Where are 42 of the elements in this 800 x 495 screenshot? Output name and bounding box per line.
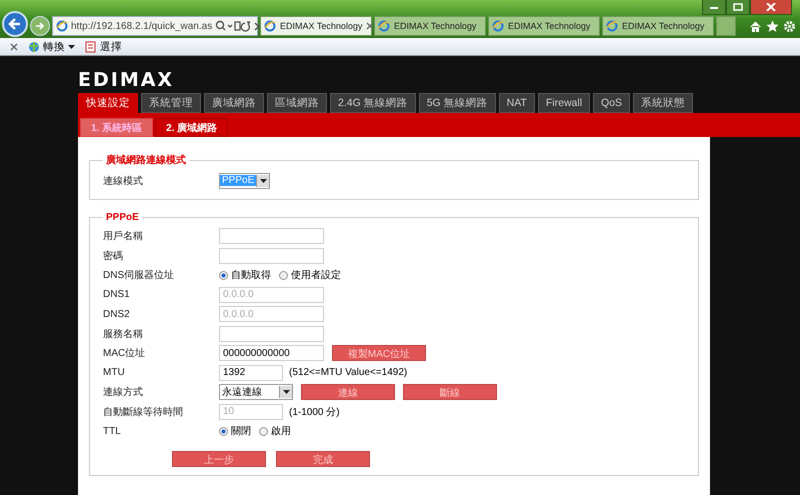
browser-tab[interactable]: EDIMAX Technology xyxy=(488,16,600,36)
radio-option[interactable]: 使用者設定 xyxy=(279,268,341,282)
browser-tab[interactable]: EDIMAX Technology xyxy=(260,16,372,36)
dropdown[interactable]: 永遠連線 xyxy=(219,384,293,400)
hint-text: (1-1000 分) xyxy=(289,406,340,419)
section-title: PPPoE xyxy=(105,212,140,222)
nav-tab[interactable]: 2.4G 無線網路 xyxy=(330,93,416,113)
nav-tab[interactable]: 系統管理 xyxy=(141,93,201,113)
radio-option[interactable]: 關閉 xyxy=(219,424,251,438)
nav-tab[interactable]: 廣域網路 xyxy=(204,93,264,113)
input-field[interactable]: 000000000000 xyxy=(219,345,324,362)
field-label: 用戶名稱 xyxy=(103,230,144,244)
field-label: DNS伺服器位址 xyxy=(103,268,176,282)
input-field[interactable]: 1392 xyxy=(219,364,283,381)
sub-tab[interactable]: 2. 廣域網路 xyxy=(155,118,228,137)
field-label: DNS2 xyxy=(103,308,131,320)
nav-tab[interactable]: 區域網路 xyxy=(267,93,327,113)
nav-tab[interactable]: 系統狀態 xyxy=(633,93,694,113)
field-label: DNS1 xyxy=(103,289,131,300)
nav-tab[interactable]: 快速設定 xyxy=(78,93,138,113)
field-label: 密碼 xyxy=(103,250,124,263)
nav-tab[interactable]: NAT xyxy=(498,93,535,113)
nav-tab[interactable]: Firewall xyxy=(538,93,590,113)
section-title: 廣域網路連線模式 xyxy=(105,153,187,167)
browser-tab[interactable]: EDIMAX Technology xyxy=(374,16,486,36)
nav-tab[interactable]: QoS xyxy=(593,93,630,113)
field-label: 服務名稱 xyxy=(103,328,144,341)
hint-text: (512<=MTU Value<=1492) xyxy=(289,367,408,378)
field-label: MTU xyxy=(103,367,126,378)
address-bar[interactable]: http://192.168.2.1/quick_wan.as xyxy=(52,16,258,36)
field-label: 連線方式 xyxy=(103,386,144,400)
field-label: 自動斷線等待時間 xyxy=(103,406,184,419)
field-label: 連線模式 xyxy=(103,174,144,188)
logo: EDIMAX xyxy=(78,68,174,91)
toolbar-button[interactable]: 選擇 xyxy=(85,40,122,54)
toolbar-button[interactable]: 轉換 xyxy=(28,40,75,54)
radio-option[interactable]: 啟用 xyxy=(259,424,291,438)
browser-tab[interactable]: EDIMAX Technology xyxy=(602,16,714,36)
field-label: TTL xyxy=(103,426,122,437)
radio-option[interactable]: 自動取得 xyxy=(219,268,271,282)
nav-tab[interactable]: 5G 無線網路 xyxy=(418,93,496,113)
field-label: MAC位址 xyxy=(103,346,146,360)
